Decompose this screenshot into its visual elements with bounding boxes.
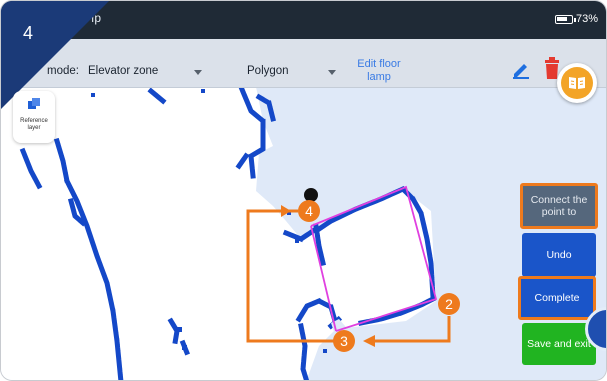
shape-select[interactable]: Polygon (247, 65, 289, 77)
reference-layer-label-1: Reference (20, 118, 48, 124)
callout-3: 3 (333, 330, 355, 352)
battery-icon (554, 14, 576, 24)
app-frame: ıp 73% mode: Elevator zone Polygon Edit … (0, 0, 607, 381)
reference-layer-button[interactable]: Reference layer (13, 91, 55, 143)
pencil-icon[interactable] (511, 59, 531, 79)
dropdown-arrow-icon[interactable] (194, 70, 202, 75)
guide-button[interactable] (557, 63, 597, 103)
reference-layer-label-2: layer (27, 125, 41, 131)
dropdown-arrow-icon[interactable] (328, 70, 336, 75)
edit-floor-lamp-link[interactable]: Edit floor lamp (346, 58, 412, 84)
book-icon (561, 67, 593, 99)
callout-4: 4 (298, 200, 320, 222)
complete-button[interactable]: Complete (518, 276, 596, 320)
callout-2: 2 (438, 293, 460, 315)
undo-button[interactable]: Undo (522, 233, 596, 277)
map-canvas[interactable] (1, 87, 607, 381)
connect-point-button[interactable]: Connect the point to (520, 183, 598, 229)
battery-indicator: 73% (554, 13, 598, 25)
step-number: 4 (23, 23, 34, 43)
layers-icon (28, 98, 40, 109)
battery-percent: 73% (575, 13, 598, 25)
